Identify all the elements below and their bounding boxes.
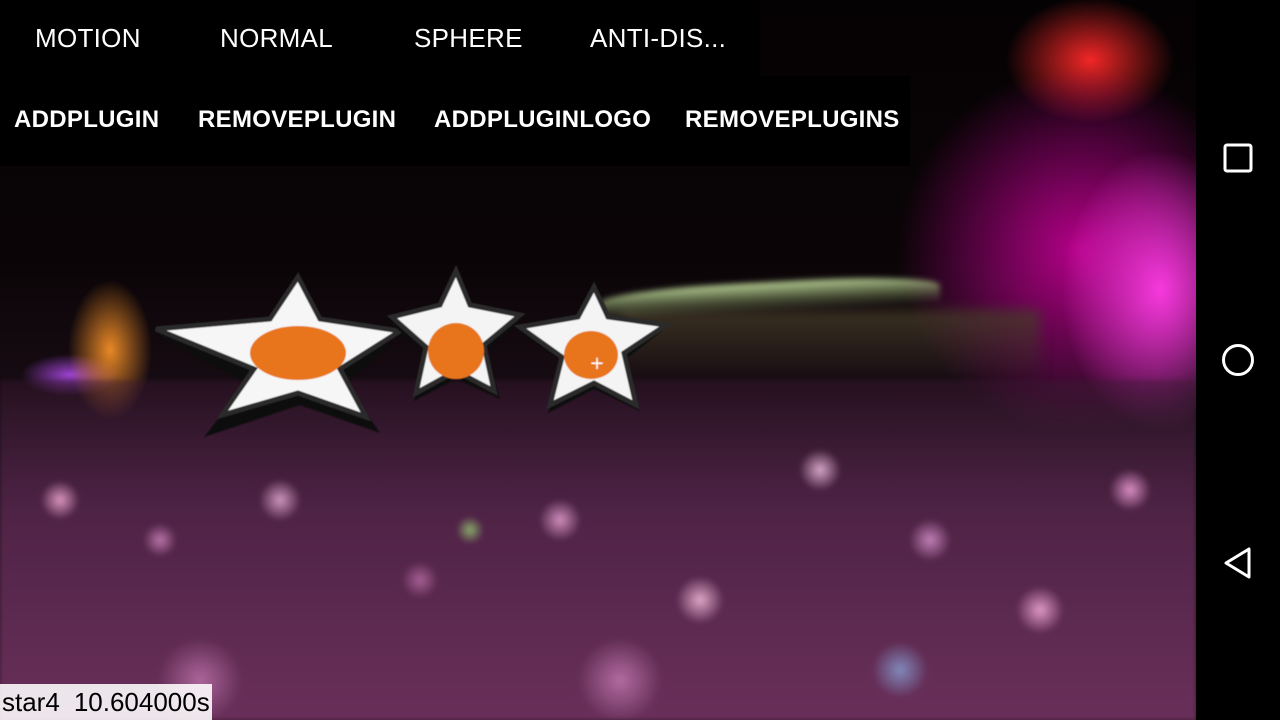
- star-plugin-3[interactable]: +: [513, 281, 673, 413]
- star-plugin-2[interactable]: [386, 265, 526, 401]
- system-navigation-bar: [1196, 0, 1280, 720]
- triangle-back-icon: [1224, 547, 1251, 579]
- recents-button[interactable]: [1196, 116, 1280, 200]
- star-plugins: +: [150, 265, 680, 445]
- square-icon: [1223, 143, 1253, 173]
- plugin-status-label: star4 10.604000s: [0, 684, 212, 720]
- home-button[interactable]: [1196, 318, 1280, 402]
- screen: + MOTION NORMAL SPHERE ANTI-DIS... ADDPL…: [0, 0, 1280, 720]
- plugin-name: star4: [2, 687, 60, 717]
- remove-plugins-button[interactable]: REMOVEPLUGINS: [685, 106, 900, 134]
- star-plugin-1[interactable]: [155, 272, 408, 437]
- circle-icon: [1222, 344, 1254, 376]
- playback-time: 10.604000s: [73, 687, 210, 717]
- sphere-button[interactable]: SPHERE: [414, 23, 523, 54]
- add-plugin-button[interactable]: ADDPLUGIN: [14, 106, 159, 134]
- star-3-marker: +: [589, 353, 604, 374]
- normal-button[interactable]: NORMAL: [220, 23, 333, 54]
- add-plugin-logo-button[interactable]: ADDPLUGINLOGO: [434, 106, 651, 134]
- stadium-rim: [620, 310, 1040, 380]
- anti-distortion-button[interactable]: ANTI-DIS...: [590, 23, 726, 54]
- back-button[interactable]: [1196, 521, 1280, 605]
- star-2-center: [428, 323, 484, 379]
- remove-plugin-button[interactable]: REMOVEPLUGIN: [198, 106, 396, 134]
- menu-row-1: MOTION NORMAL SPHERE ANTI-DIS...: [0, 0, 760, 76]
- star-1-center: [250, 326, 346, 380]
- motion-button[interactable]: MOTION: [35, 23, 141, 54]
- menu-row-2: ADDPLUGIN REMOVEPLUGIN ADDPLUGINLOGO REM…: [0, 76, 910, 166]
